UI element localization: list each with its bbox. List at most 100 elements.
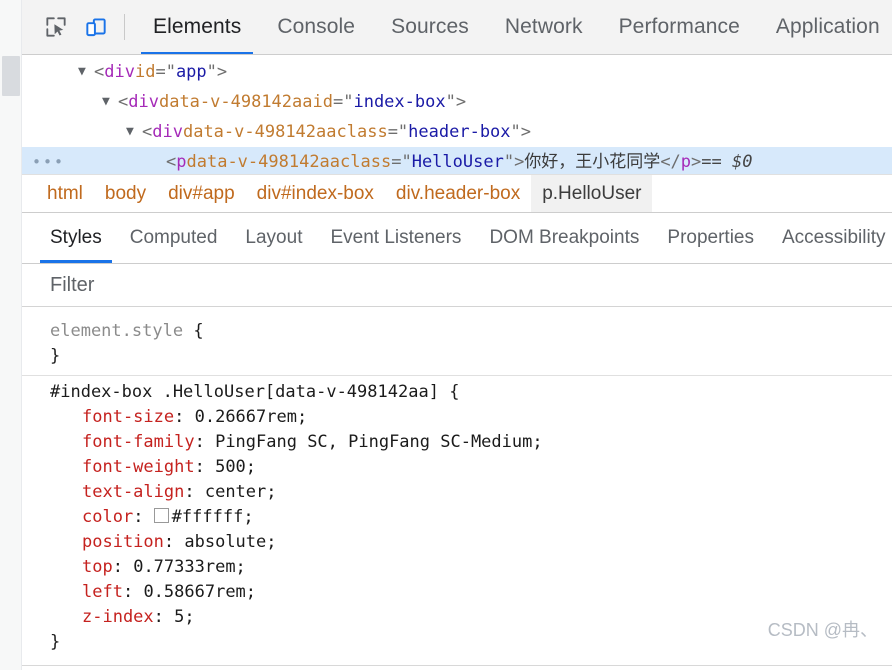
breadcrumb-item[interactable]: div#app	[157, 175, 246, 212]
css-declaration[interactable]: color: #ffffff;	[22, 505, 892, 530]
tab-application-label: Application	[775, 14, 880, 38]
dom-token-punc: ="	[332, 91, 354, 112]
breadcrumb-item[interactable]: div#index-box	[246, 175, 385, 212]
css-property-value[interactable]: 5;	[174, 607, 194, 627]
css-colon: :	[153, 607, 175, 628]
tab-application[interactable]: Application	[758, 0, 892, 54]
css-property-name[interactable]: font-family	[82, 432, 195, 452]
devtools-toolbar: Elements Console Sources Network Perform…	[22, 0, 892, 55]
css-declaration[interactable]: top: 0.77333rem;	[22, 555, 892, 580]
tab-layout[interactable]: Layout	[231, 213, 316, 263]
next-rule-partial[interactable]	[22, 666, 892, 670]
page-scrollbar[interactable]	[0, 0, 22, 670]
element-style-selector[interactable]: element.style	[50, 321, 183, 341]
tab-network-label: Network	[504, 14, 583, 38]
rule-selector[interactable]: #index-box .HelloUser[data-v-498142aa]	[50, 382, 439, 402]
dom-token-eq0: == $0	[701, 151, 753, 172]
dom-token-attr: data-v-498142aa	[158, 91, 313, 112]
tab-event-listeners-label: Event Listeners	[330, 227, 462, 249]
tab-accessibility[interactable]: Accessibility	[768, 213, 892, 263]
css-colon: :	[163, 532, 185, 553]
tab-sources-label: Sources	[391, 14, 469, 38]
css-property-name[interactable]: left	[82, 582, 123, 602]
tab-network[interactable]: Network	[487, 0, 601, 54]
color-swatch-icon[interactable]	[153, 508, 169, 524]
dom-token-punc: </	[660, 151, 681, 172]
breadcrumb-item[interactable]: div.header-box	[385, 175, 531, 212]
css-property-name[interactable]: position	[82, 532, 164, 552]
css-property-value[interactable]: 500;	[215, 457, 256, 477]
dom-token-tag: div	[128, 91, 159, 112]
tab-console-label: Console	[277, 14, 356, 38]
tab-console[interactable]: Console	[259, 0, 373, 54]
disclosure-triangle-icon[interactable]: ▼	[126, 117, 140, 147]
css-colon: :	[194, 432, 216, 453]
css-property-name[interactable]: z-index	[82, 607, 154, 627]
css-colon: :	[133, 507, 154, 528]
css-property-value[interactable]: absolute;	[184, 532, 276, 552]
css-property-value[interactable]: 0.26667rem;	[195, 407, 308, 427]
inspect-cursor-icon[interactable]	[36, 7, 76, 47]
tab-sources[interactable]: Sources	[373, 0, 487, 54]
dom-token-val: app	[175, 61, 207, 82]
tab-dom-breakpoints[interactable]: DOM Breakpoints	[475, 213, 653, 263]
breadcrumb-item[interactable]: p.HelloUser	[531, 175, 653, 213]
element-style-open-brace: {	[193, 321, 204, 342]
css-declaration[interactable]: text-align: center;	[22, 480, 892, 505]
disclosure-triangle-icon[interactable]: ▼	[102, 87, 116, 117]
tab-computed[interactable]: Computed	[116, 213, 232, 263]
devtools-panel: Elements Console Sources Network Perform…	[0, 0, 892, 670]
css-declaration[interactable]: font-family: PingFang SC, PingFang SC-Me…	[22, 430, 892, 455]
dom-tree-row[interactable]: ••• < p data-v-498142aa class =" HelloUser ">…	[22, 146, 892, 175]
dom-tree[interactable]: ▼ < div id =" app "> ▼ < div data-v-498142aa id =…	[22, 54, 892, 175]
css-declaration[interactable]: left: 0.58667rem;	[22, 580, 892, 605]
dom-token-punc: <	[94, 61, 105, 82]
page-scrollbar-thumb[interactable]	[2, 56, 20, 96]
dom-token-attr: data-v-498142aa	[182, 121, 337, 142]
css-colon: :	[174, 407, 195, 428]
filter-input[interactable]: Filter	[36, 274, 94, 297]
dom-token-punc: <	[166, 151, 177, 172]
css-property-value[interactable]: #ffffff;	[172, 507, 254, 527]
dom-token-punc: ">	[206, 61, 228, 82]
dom-tree-row[interactable]: ▼ < div data-v-498142aa class =" header-box "…	[22, 117, 892, 147]
dom-token-punc: ">	[503, 151, 525, 172]
css-property-name[interactable]: top	[82, 557, 113, 577]
dom-token-attr: id	[312, 91, 333, 112]
css-property-value[interactable]: 0.77333rem;	[133, 557, 246, 577]
css-colon: :	[184, 482, 205, 503]
dom-tree-row[interactable]: ▼ < div id =" app ">	[22, 57, 892, 87]
dom-token-attr: data-v-498142aa	[186, 151, 341, 172]
dom-token-punc: ">	[445, 91, 467, 112]
rule-close-brace: }	[50, 632, 61, 653]
dom-token-val: index-box	[353, 91, 446, 112]
breadcrumb-item[interactable]: body	[94, 175, 157, 212]
css-property-name[interactable]: font-size	[82, 407, 174, 427]
css-property-value[interactable]: PingFang SC, PingFang SC-Medium;	[215, 432, 543, 452]
dom-tree-row[interactable]: ▼ < div data-v-498142aa id =" index-box ">	[22, 87, 892, 117]
dom-token-val: header-box	[408, 121, 511, 142]
device-toolbar-icon[interactable]	[76, 7, 116, 47]
tab-styles[interactable]: Styles	[36, 213, 116, 263]
expand-ellipsis-icon[interactable]: •••	[22, 147, 68, 174]
css-declaration[interactable]: font-weight: 500;	[22, 455, 892, 480]
css-declaration[interactable]: z-index: 5;	[22, 605, 892, 630]
disclosure-triangle-icon[interactable]: ▼	[78, 57, 92, 87]
dom-token-punc: <	[142, 121, 153, 142]
breadcrumb-item[interactable]: html	[36, 175, 94, 212]
devtools-tab-strip: Elements Console Sources Network Perform…	[135, 0, 892, 54]
css-property-name[interactable]: text-align	[82, 482, 184, 502]
css-property-name[interactable]: color	[82, 507, 133, 527]
tab-properties[interactable]: Properties	[653, 213, 768, 263]
css-colon: :	[122, 582, 144, 603]
css-declaration[interactable]: position: absolute;	[22, 530, 892, 555]
css-declaration[interactable]: font-size: 0.26667rem;	[22, 405, 892, 430]
tab-performance[interactable]: Performance	[601, 0, 758, 54]
css-colon: :	[194, 457, 216, 478]
css-property-value[interactable]: center;	[205, 482, 277, 502]
css-property-value[interactable]: 0.58667rem;	[143, 582, 256, 602]
tab-elements[interactable]: Elements	[135, 0, 259, 54]
tab-event-listeners[interactable]: Event Listeners	[316, 213, 475, 263]
dom-token-punc: <	[118, 91, 129, 112]
css-property-name[interactable]: font-weight	[82, 457, 195, 477]
